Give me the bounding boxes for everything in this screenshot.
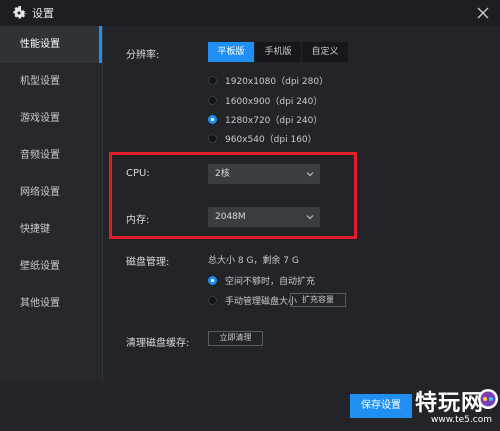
sidebar-item-label: 壁纸设置	[20, 261, 60, 272]
disk-option-auto[interactable]: 空间不够时，自动扩充	[208, 273, 315, 287]
radio-button[interactable]	[208, 295, 217, 305]
sidebar-item-performance[interactable]: 性能设置	[0, 26, 102, 63]
radio-label: 1280x720（dpi 240）	[225, 115, 323, 126]
close-icon[interactable]	[472, 2, 494, 24]
sidebar: 性能设置 机型设置 游戏设置 音频设置 网络设置 快捷键 壁纸设置 其他设置	[0, 26, 103, 381]
memory-select[interactable]: 2048M	[208, 207, 320, 227]
sidebar-item-network[interactable]: 网络设置	[0, 174, 102, 211]
radio-label: 1600x900（dpi 240）	[225, 96, 323, 107]
radio-label: 手动管理磁盘大小	[225, 296, 298, 307]
sidebar-item-audio[interactable]: 音频设置	[0, 137, 102, 174]
memory-label: 内存:	[126, 215, 150, 226]
disk-size-info: 总大小 8 G，剩余 7 G	[208, 256, 299, 266]
clear-now-button[interactable]: 立即清理	[208, 331, 263, 346]
radio-button[interactable]	[208, 75, 217, 85]
resolution-option-1600[interactable]: 1600x900（dpi 240）	[208, 93, 322, 107]
cpu-value: 2核	[215, 169, 230, 179]
title-bar: 设置	[0, 0, 500, 26]
resolution-option-960[interactable]: 960x540（dpi 160）	[208, 131, 317, 145]
radio-button[interactable]	[208, 95, 217, 105]
resolution-mode-tabs: 平板版 手机版 自定义	[208, 42, 349, 62]
watermark-url: www.te5.com	[431, 415, 492, 425]
chevron-down-icon	[306, 172, 314, 177]
window-title: 设置	[32, 7, 54, 20]
radio-button[interactable]	[208, 133, 217, 143]
sidebar-item-label: 快捷键	[20, 224, 50, 235]
expand-capacity-button[interactable]: 扩充容量	[290, 293, 346, 307]
gear-icon	[13, 5, 27, 19]
gamepad-logo-icon	[478, 389, 498, 409]
settings-window: 设置 性能设置 机型设置 游戏设置 音频设置 网络设置 快捷键 壁纸设置 其他设…	[0, 0, 500, 431]
sidebar-item-game[interactable]: 游戏设置	[0, 100, 102, 137]
watermark-text: 特玩网	[415, 391, 485, 416]
cpu-label: CPU:	[126, 168, 150, 179]
resolution-option-1280[interactable]: 1280x720（dpi 240）	[208, 112, 322, 126]
save-settings-button[interactable]: 保存设置	[350, 394, 412, 418]
radio-label: 960x540（dpi 160）	[225, 134, 317, 145]
radio-button-selected[interactable]	[208, 114, 217, 124]
watermark: 特玩网 www.te5.com	[415, 384, 500, 431]
resolution-option-1920[interactable]: 1920x1080（dpi 280）	[208, 73, 328, 87]
radio-button-selected[interactable]	[208, 275, 217, 285]
sidebar-item-label: 音频设置	[20, 150, 60, 161]
memory-value: 2048M	[215, 212, 246, 222]
sidebar-item-device-model[interactable]: 机型设置	[0, 63, 102, 100]
sidebar-item-label: 其他设置	[20, 298, 60, 309]
sidebar-item-shortcuts[interactable]: 快捷键	[0, 211, 102, 248]
radio-label: 1920x1080（dpi 280）	[225, 76, 329, 87]
sidebar-item-label: 性能设置	[20, 39, 60, 50]
clear-cache-label: 清理磁盘缓存:	[126, 338, 190, 349]
sidebar-item-label: 机型设置	[20, 76, 60, 87]
sidebar-item-wallpaper[interactable]: 壁纸设置	[0, 248, 102, 285]
sidebar-item-other[interactable]: 其他设置	[0, 285, 102, 322]
chevron-down-icon	[306, 215, 314, 220]
cpu-select[interactable]: 2核	[208, 164, 320, 184]
tab-phone[interactable]: 手机版	[255, 42, 301, 62]
disk-option-manual[interactable]: 手动管理磁盘大小	[208, 293, 297, 307]
sidebar-item-label: 网络设置	[20, 187, 60, 198]
disk-label: 磁盘管理:	[126, 257, 170, 268]
tab-custom[interactable]: 自定义	[302, 42, 348, 62]
resolution-label: 分辨率:	[126, 50, 160, 61]
sidebar-item-label: 游戏设置	[20, 113, 60, 124]
radio-label: 空间不够时，自动扩充	[225, 276, 316, 287]
tab-tablet[interactable]: 平板版	[208, 42, 254, 62]
